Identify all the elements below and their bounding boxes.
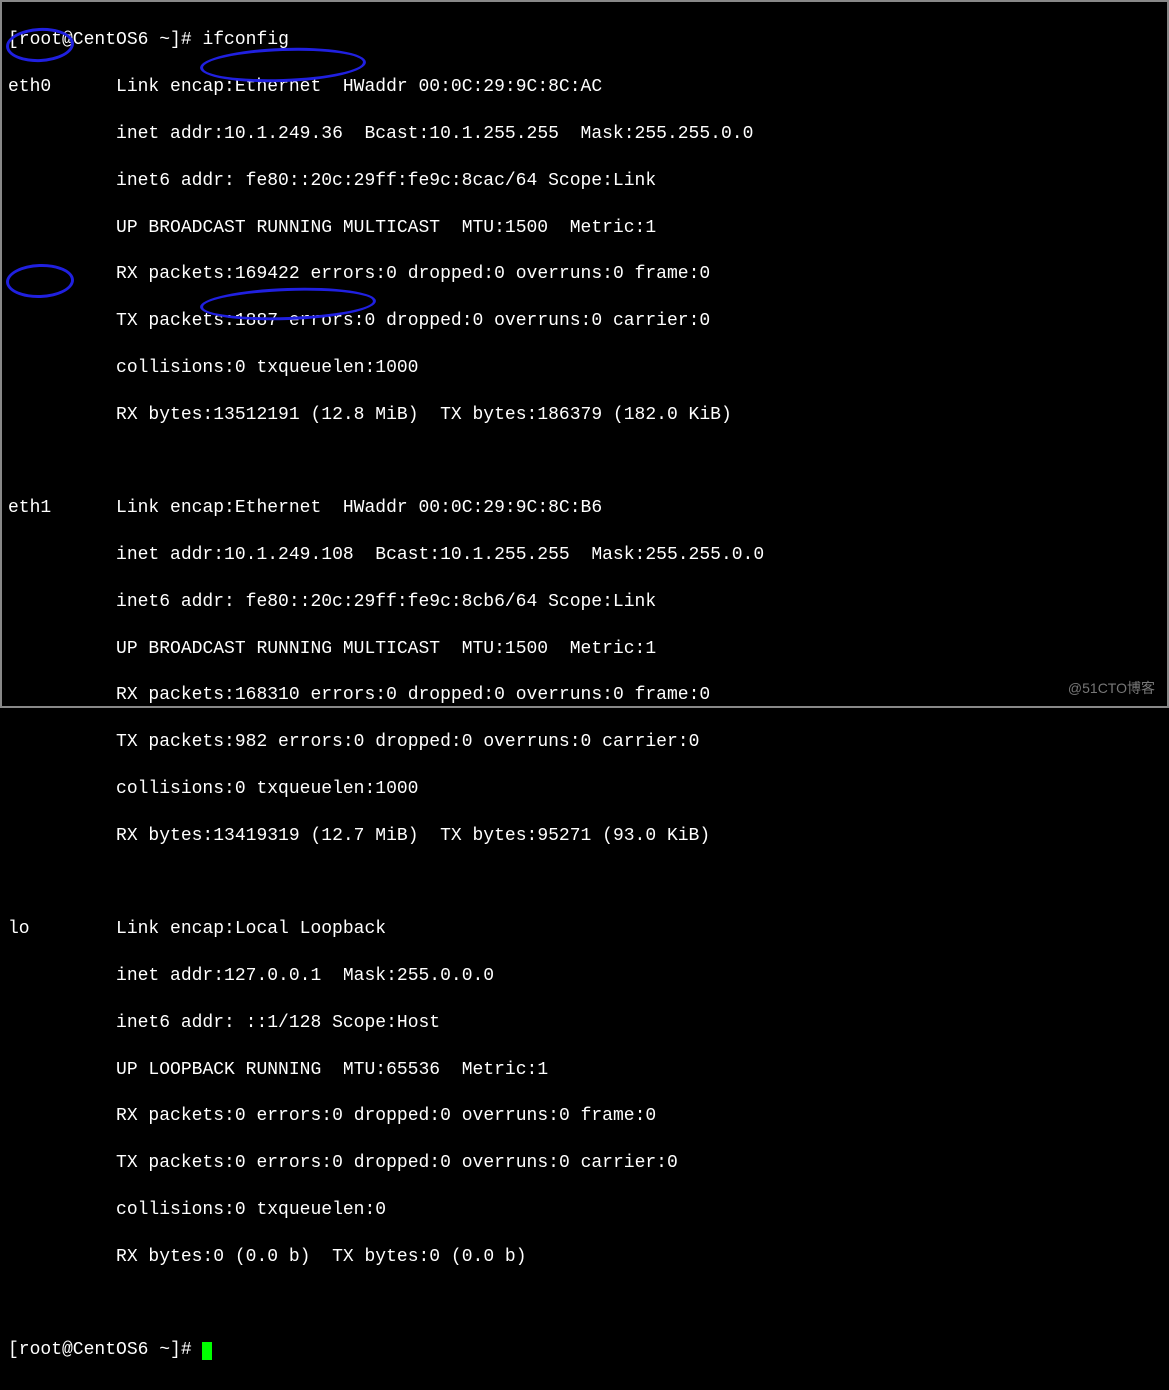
if-lo-rx: RX packets:0 errors:0 dropped:0 overruns…	[8, 1105, 1161, 1128]
if-eth0-rx: RX packets:169422 errors:0 dropped:0 ove…	[8, 263, 1161, 286]
command: ifconfig	[202, 30, 288, 50]
if-eth1-inet6: inet6 addr: fe80::20c:29ff:fe9c:8cb6/64 …	[8, 591, 1161, 614]
if-eth1-flags: UP BROADCAST RUNNING MULTICAST MTU:1500 …	[8, 638, 1161, 661]
prompt-line: [root@CentOS6 ~]# ifconfig	[8, 29, 1161, 52]
if-lo-inet: inet addr:127.0.0.1 Mask:255.0.0.0	[8, 965, 1161, 988]
if-eth1-link: eth1 Link encap:Ethernet HWaddr 00:0C:29…	[8, 497, 1161, 520]
blank-line	[8, 1292, 1161, 1315]
if-eth1-bytes: RX bytes:13419319 (12.7 MiB) TX bytes:95…	[8, 825, 1161, 848]
if-eth1-inet: inet addr:10.1.249.108 Bcast:10.1.255.25…	[8, 544, 1161, 567]
shell-prompt: [root@CentOS6 ~]#	[8, 30, 192, 50]
if-eth0-tx: TX packets:1887 errors:0 dropped:0 overr…	[8, 310, 1161, 333]
if-eth0-inet6: inet6 addr: fe80::20c:29ff:fe9c:8cac/64 …	[8, 170, 1161, 193]
watermark-text: @51CTO博客	[1068, 678, 1155, 698]
if-lo-flags: UP LOOPBACK RUNNING MTU:65536 Metric:1	[8, 1059, 1161, 1082]
if-eth1-rx: RX packets:168310 errors:0 dropped:0 ove…	[8, 684, 1161, 707]
shell-prompt: [root@CentOS6 ~]#	[8, 1340, 192, 1360]
if-lo-link: lo Link encap:Local Loopback	[8, 918, 1161, 941]
prompt-line-2[interactable]: [root@CentOS6 ~]#	[8, 1339, 1161, 1362]
if-eth0-coll: collisions:0 txqueuelen:1000	[8, 357, 1161, 380]
blank-line	[8, 871, 1161, 894]
terminal-output[interactable]: [root@CentOS6 ~]# ifconfig eth0 Link enc…	[2, 2, 1167, 1390]
if-lo-bytes: RX bytes:0 (0.0 b) TX bytes:0 (0.0 b)	[8, 1246, 1161, 1269]
if-eth0-flags: UP BROADCAST RUNNING MULTICAST MTU:1500 …	[8, 217, 1161, 240]
blank-line	[8, 450, 1161, 473]
if-eth1-tx: TX packets:982 errors:0 dropped:0 overru…	[8, 731, 1161, 754]
if-eth0-link: eth0 Link encap:Ethernet HWaddr 00:0C:29…	[8, 76, 1161, 99]
if-eth0-bytes: RX bytes:13512191 (12.8 MiB) TX bytes:18…	[8, 404, 1161, 427]
if-lo-coll: collisions:0 txqueuelen:0	[8, 1199, 1161, 1222]
if-eth0-inet: inet addr:10.1.249.36 Bcast:10.1.255.255…	[8, 123, 1161, 146]
cursor-icon	[202, 1342, 212, 1360]
if-eth1-coll: collisions:0 txqueuelen:1000	[8, 778, 1161, 801]
if-lo-tx: TX packets:0 errors:0 dropped:0 overruns…	[8, 1152, 1161, 1175]
if-lo-inet6: inet6 addr: ::1/128 Scope:Host	[8, 1012, 1161, 1035]
